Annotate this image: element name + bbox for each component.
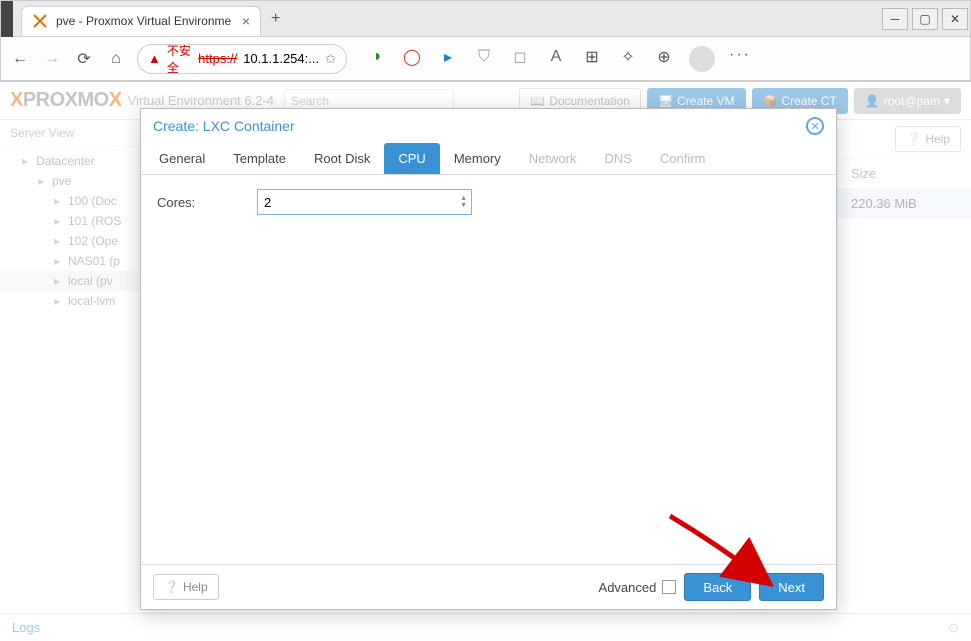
cores-spinner[interactable]: ▲▼: [257, 189, 472, 215]
advanced-label: Advanced: [599, 580, 657, 595]
modal-close-button[interactable]: ✕: [806, 117, 824, 135]
window-close[interactable]: ✕: [942, 8, 968, 30]
browser-titlebar: pve - Proxmox Virtual Environme × + ─ ▢ …: [1, 1, 970, 37]
insecure-label: 不安全: [167, 42, 192, 76]
profile-avatar[interactable]: [689, 46, 715, 72]
favorites-icon[interactable]: ✧: [617, 46, 639, 68]
tabs-button[interactable]: [1, 1, 13, 37]
url-protocol: https://: [198, 51, 237, 66]
favorite-icon[interactable]: ✩: [325, 51, 336, 67]
wizard-tab-cpu[interactable]: CPU: [384, 143, 439, 174]
ext-icon-3[interactable]: ▸: [437, 46, 459, 68]
window-minimize[interactable]: ─: [882, 8, 908, 30]
extensions-icon[interactable]: ⊞: [581, 46, 603, 68]
url-bar[interactable]: ▲ 不安全 https:// 10.1.1.254:... ✩: [137, 44, 347, 74]
advanced-checkbox[interactable]: [662, 580, 676, 594]
spinner-arrows[interactable]: ▲▼: [460, 195, 467, 209]
wizard-tab-memory[interactable]: Memory: [440, 143, 515, 174]
window-maximize[interactable]: ▢: [912, 8, 938, 30]
browser-tab[interactable]: pve - Proxmox Virtual Environme ×: [21, 6, 261, 36]
nav-reload-icon[interactable]: ⟳: [73, 48, 95, 70]
modal-help-button[interactable]: ❔ Help: [153, 574, 219, 600]
wizard-tab-confirm: Confirm: [646, 143, 720, 174]
cores-input[interactable]: [264, 195, 465, 210]
create-container-modal: Create: LXC Container ✕ GeneralTemplateR…: [140, 108, 837, 610]
wizard-tabs: GeneralTemplateRoot DiskCPUMemoryNetwork…: [141, 143, 836, 175]
wizard-tab-root-disk[interactable]: Root Disk: [300, 143, 384, 174]
tab-title: pve - Proxmox Virtual Environme: [56, 14, 232, 28]
new-tab-button[interactable]: +: [271, 10, 280, 28]
collections-icon[interactable]: ⊕: [653, 46, 675, 68]
back-button[interactable]: Back: [684, 573, 751, 601]
wizard-tab-network: Network: [515, 143, 591, 174]
tab-close-icon[interactable]: ×: [242, 13, 250, 29]
url-text: 10.1.1.254:...: [243, 51, 319, 66]
wizard-tab-general[interactable]: General: [145, 143, 219, 174]
insecure-icon: ▲: [148, 51, 161, 66]
ext-icon-1[interactable]: ◑: [365, 46, 387, 68]
wizard-tab-template[interactable]: Template: [219, 143, 300, 174]
nav-back-icon[interactable]: ←: [9, 48, 31, 70]
modal-title: Create: LXC Container: [153, 118, 295, 134]
nav-home-icon[interactable]: ⌂: [105, 48, 127, 70]
nav-forward-icon: →: [41, 48, 63, 70]
proxmox-favicon: [32, 13, 48, 29]
ext-icon-2[interactable]: ◯: [401, 46, 423, 68]
next-button[interactable]: Next: [759, 573, 824, 601]
ext-icon-6[interactable]: A: [545, 46, 567, 68]
ext-icon-4[interactable]: ⛉: [473, 46, 495, 68]
ext-icon-5[interactable]: ◻: [509, 46, 531, 68]
menu-icon[interactable]: ···: [729, 46, 751, 72]
cores-label: Cores:: [157, 195, 257, 210]
wizard-tab-dns: DNS: [590, 143, 645, 174]
browser-navbar: ← → ⟳ ⌂ ▲ 不安全 https:// 10.1.1.254:... ✩ …: [1, 37, 970, 81]
